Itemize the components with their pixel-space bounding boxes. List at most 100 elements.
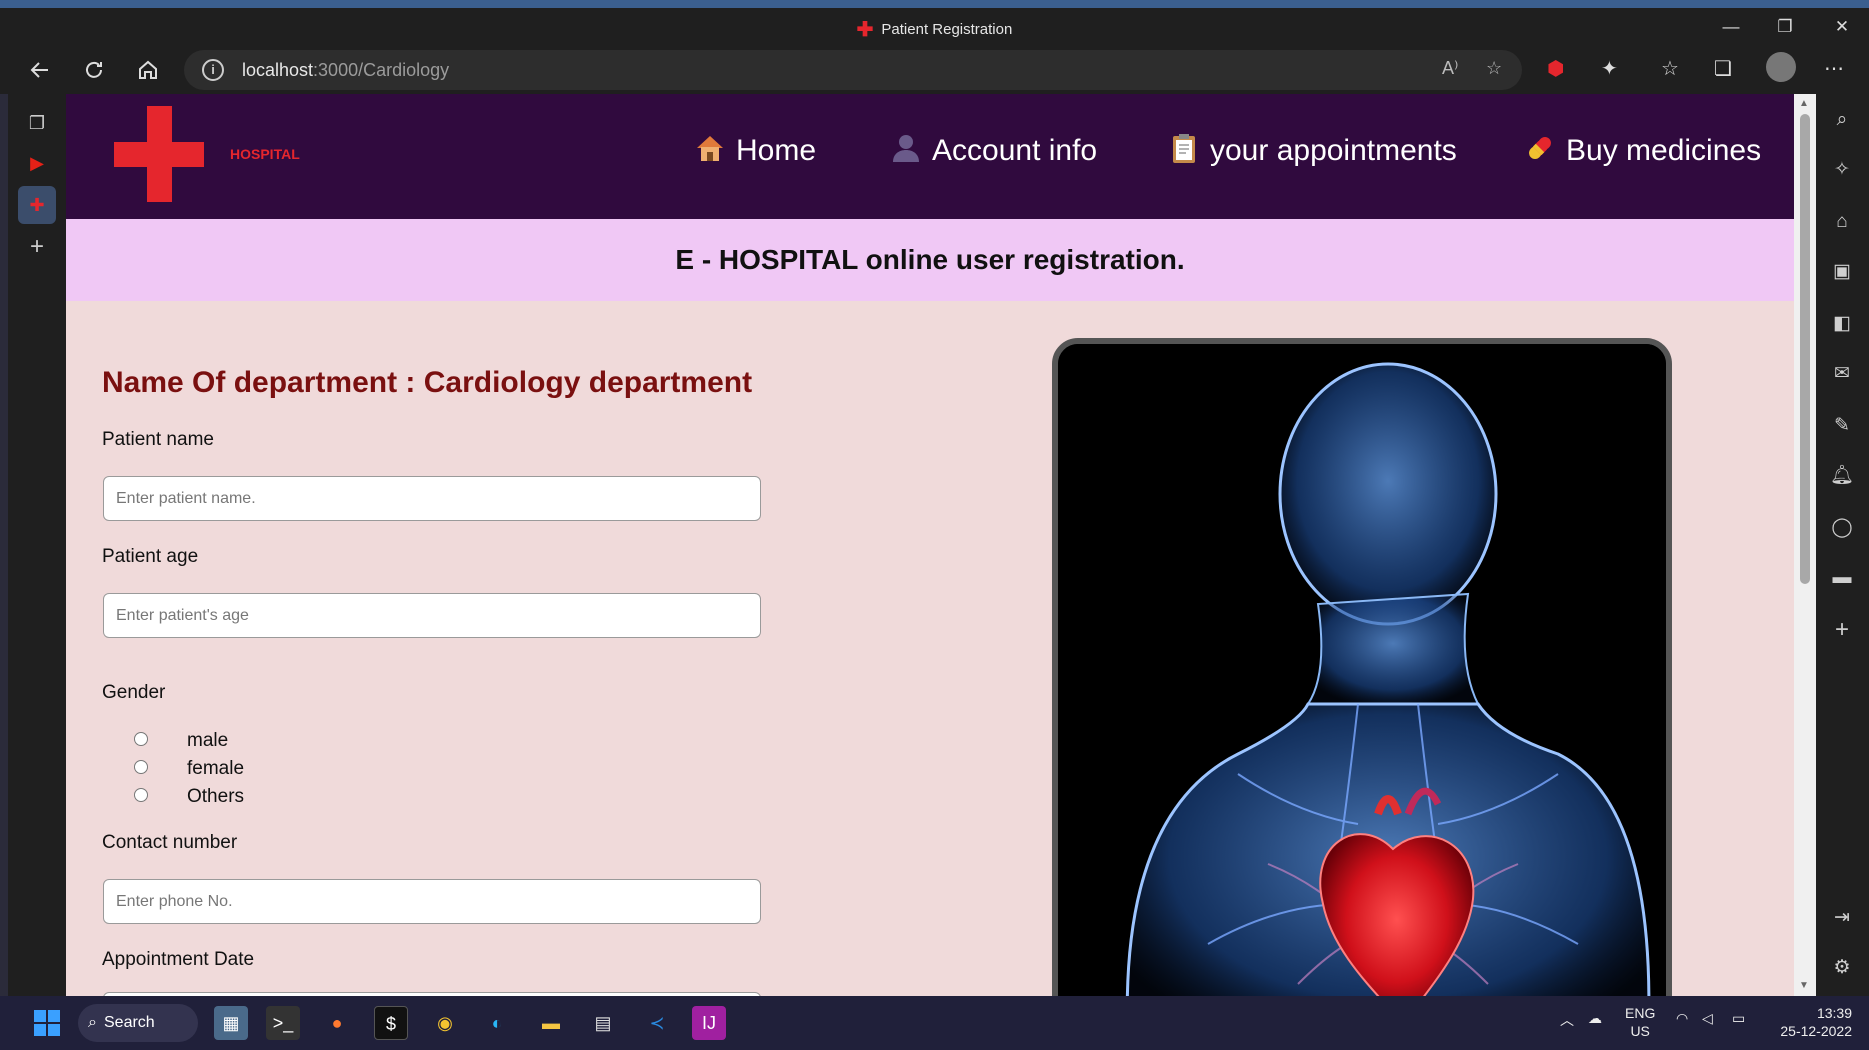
back-button[interactable]: [24, 54, 56, 86]
scroll-up-arrow-icon[interactable]: ▲: [1799, 98, 1809, 109]
clock[interactable]: 13:39 25-12-2022: [1772, 1004, 1852, 1040]
volume-icon[interactable]: ◁: [1702, 1010, 1713, 1027]
taskbar-search-button[interactable]: ⌕ Search: [78, 1004, 198, 1042]
hide-sidebar-icon[interactable]: ⇥: [1826, 902, 1858, 934]
home-icon: [139, 60, 157, 79]
male-label: male: [187, 730, 229, 751]
lang-code: ENG: [1625, 1005, 1656, 1021]
nav-appointments[interactable]: your appointments: [1168, 132, 1457, 168]
favorites-icon[interactable]: ☆: [1661, 56, 1679, 81]
microsoft-store-icon[interactable]: ▤: [586, 1006, 620, 1040]
pill-icon: [1529, 137, 1551, 159]
more-menu-icon[interactable]: ⋯: [1824, 56, 1844, 81]
site-navbar: HOSPITAL Home Account info your appointm…: [66, 94, 1794, 219]
terminal-icon[interactable]: >_: [266, 1006, 300, 1040]
nav-account-info[interactable]: Account info: [890, 132, 1097, 168]
page-scrollbar[interactable]: ▲ ▼: [1794, 94, 1816, 996]
taskbar-search-label: Search: [104, 1014, 155, 1031]
close-button[interactable]: ✕: [1822, 14, 1862, 40]
add-sidebar-app-icon[interactable]: +: [1826, 614, 1858, 646]
address-bar[interactable]: i localhost:3000/Cardiology A⁾ ☆: [184, 50, 1522, 90]
patient-age-input[interactable]: [103, 593, 761, 638]
chrome-icon[interactable]: ◉: [428, 1006, 462, 1040]
browser-toolbar: i localhost:3000/Cardiology A⁾ ☆ ⬢ ✦ ☆ ❏…: [0, 46, 1869, 94]
office-icon[interactable]: ◧: [1826, 308, 1858, 340]
department-heading: Name Of department : Cardiology departme…: [102, 366, 753, 399]
female-radio[interactable]: [134, 760, 148, 774]
read-aloud-icon[interactable]: A⁾: [1442, 58, 1458, 79]
windows-taskbar: ⌕ Search ▦ >_ ● $ ◉ ◐ ▬ ▤ ≺ IJ ︿ ☁ ENG U…: [0, 996, 1869, 1050]
wifi-icon[interactable]: ◠: [1676, 1010, 1688, 1027]
others-radio[interactable]: [134, 788, 148, 802]
home-button[interactable]: [132, 54, 164, 86]
nav-account-label: Account info: [932, 134, 1098, 167]
whatsapp-icon[interactable]: ◯: [1826, 512, 1858, 544]
youtube-tab-icon[interactable]: ▶: [18, 144, 56, 182]
url-path: :3000/Cardiology: [313, 60, 450, 80]
edge-icon[interactable]: ◐: [480, 1006, 514, 1040]
title-bar: ✚ Patient Registration — ❐ ✕: [0, 8, 1869, 46]
profile-avatar[interactable]: [1766, 52, 1796, 82]
collections-icon[interactable]: ❏: [1714, 56, 1732, 81]
window-top-border: [0, 0, 1869, 8]
windows-start-icon[interactable]: [30, 1006, 64, 1040]
ublock-extension-icon[interactable]: ⬢: [1547, 56, 1564, 81]
scroll-down-arrow-icon[interactable]: ▼: [1799, 980, 1809, 991]
battery-icon[interactable]: ▭: [1732, 1010, 1745, 1027]
window-title: ✚ Patient Registration: [0, 17, 1869, 42]
scrollbar-thumb[interactable]: [1800, 114, 1810, 584]
refresh-button[interactable]: [78, 54, 110, 86]
cmd-icon[interactable]: $: [374, 1006, 408, 1040]
file-explorer-icon[interactable]: ▬: [534, 1006, 568, 1040]
url-text[interactable]: localhost:3000/Cardiology: [242, 60, 449, 81]
new-tab-icon[interactable]: +: [18, 228, 56, 266]
patient-name-input[interactable]: [103, 476, 761, 521]
nav-buy-medicines[interactable]: Buy medicines: [1524, 132, 1761, 168]
nav-home-label: Home: [736, 134, 817, 167]
intellij-icon[interactable]: IJ: [692, 1006, 726, 1040]
notification-bell-icon[interactable]: 🔔︎: [1826, 460, 1858, 492]
window-title-text: Patient Registration: [881, 21, 1013, 38]
image-edit-icon[interactable]: ✎: [1826, 410, 1858, 442]
postman-icon[interactable]: ●: [320, 1006, 354, 1040]
search-icon[interactable]: ⌕: [1826, 104, 1858, 136]
house-icon: [697, 136, 723, 161]
extensions-icon[interactable]: ✦: [1601, 56, 1618, 81]
nav-home[interactable]: Home: [694, 132, 816, 168]
settings-gear-icon[interactable]: ⚙: [1826, 952, 1858, 984]
minimize-button[interactable]: —: [1711, 14, 1751, 40]
hospital-logo-icon[interactable]: [114, 106, 204, 202]
calculator-icon[interactable]: ▦: [214, 1006, 248, 1040]
vertical-tab-strip: ❐ ▶ ✚ +: [8, 94, 66, 996]
tray-chevron-icon[interactable]: ︿: [1560, 1010, 1574, 1030]
hospital-tab-icon[interactable]: ✚: [18, 186, 56, 224]
tab-actions-icon[interactable]: ❐: [18, 104, 56, 142]
hospital-cross-icon: ✚: [856, 19, 874, 41]
banner-title: E - HOSPITAL online user registration.: [675, 244, 1185, 275]
language-indicator[interactable]: ENG US: [1625, 1004, 1655, 1040]
registration-banner: E - HOSPITAL online user registration.: [66, 219, 1794, 301]
tools-briefcase-icon[interactable]: ▣: [1826, 256, 1858, 288]
nav-appointments-label: your appointments: [1210, 134, 1457, 167]
favorite-star-icon[interactable]: ☆: [1486, 58, 1502, 79]
onedrive-icon[interactable]: ☁: [1588, 1010, 1602, 1027]
site-info-icon[interactable]: i: [202, 59, 224, 81]
others-label: Others: [187, 786, 245, 807]
browser-right-sidebar: ⌕ ✧ ⌂ ▣ ◧ ✉ ✎ 🔔︎ ◯ ▬ + ⇥ ⚙: [1816, 94, 1869, 996]
lang-region: US: [1630, 1023, 1650, 1039]
youtube-sidebar-icon[interactable]: ▬: [1826, 562, 1858, 594]
copilot-icon[interactable]: ✧: [1826, 154, 1858, 186]
cardiology-illustration: [1052, 338, 1672, 996]
nav-medicines-label: Buy medicines: [1566, 134, 1762, 167]
vscode-icon[interactable]: ≺: [640, 1006, 674, 1040]
clipboard-icon: [1173, 134, 1195, 163]
user-icon: [893, 135, 919, 162]
shopping-tag-icon[interactable]: ⌂: [1826, 206, 1858, 238]
outlook-icon[interactable]: ✉: [1826, 358, 1858, 390]
refresh-icon: [86, 61, 102, 78]
appointment-date-label: Appointment Date: [102, 949, 255, 970]
contact-number-input[interactable]: [103, 879, 761, 924]
restore-button[interactable]: ❐: [1765, 14, 1805, 40]
male-radio[interactable]: [134, 732, 148, 746]
female-label: female: [187, 758, 245, 779]
